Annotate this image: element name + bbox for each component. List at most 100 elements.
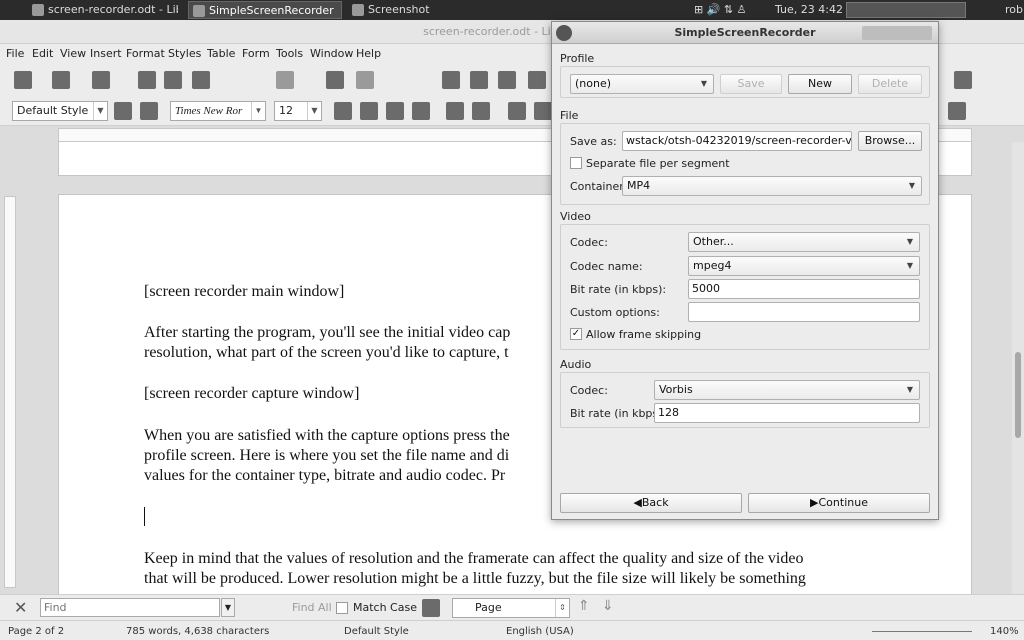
task-writer[interactable]: screen-recorder.odt - Libre... (28, 1, 178, 19)
container-combo[interactable]: MP4 ▼ (622, 176, 922, 196)
page-style[interactable]: Default Style (344, 626, 409, 637)
section-video: Video (560, 210, 591, 223)
chevron-down-icon[interactable]: ▼ (221, 598, 235, 617)
task-screenshot[interactable]: Screenshot (348, 1, 458, 19)
clone-formatting-icon[interactable] (326, 71, 344, 89)
clear-formatting-icon[interactable] (508, 102, 526, 120)
save-as-input[interactable]: wstack/otsh-04232019/screen-recorder-vid… (622, 131, 852, 151)
new-document-icon[interactable] (14, 71, 32, 89)
doc-paragraph: Keep in mind that the values of resoluti… (144, 550, 804, 567)
workspace-switcher[interactable] (846, 2, 966, 18)
next-icon[interactable]: ⇓ (602, 598, 614, 614)
spelling-icon[interactable] (470, 71, 488, 89)
codec-name-combo[interactable]: mpeg4 ▼ (688, 256, 920, 276)
menu-window[interactable]: Window (310, 47, 353, 60)
new-profile-button[interactable]: New (788, 74, 852, 94)
arrow-right-icon: ▶ (810, 496, 819, 509)
frame-skip-label: Allow frame skipping (586, 328, 702, 341)
menu-format[interactable]: Format (126, 47, 165, 60)
custom-options-input[interactable] (688, 302, 920, 322)
paragraph-style-combo[interactable]: Default Style ▼ (12, 101, 108, 121)
chevron-down-icon: ▼ (93, 102, 107, 120)
doc-paragraph: When you are satisfied with the capture … (144, 427, 510, 444)
highlight-icon[interactable] (534, 102, 552, 120)
zoom-level[interactable]: 140% (990, 626, 1019, 637)
font-name-combo[interactable]: Times New Ror ▼ (170, 101, 266, 121)
statusbar: Page 2 of 2 785 words, 4,638 characters … (0, 620, 1024, 640)
window-controls[interactable] (862, 26, 932, 40)
language[interactable]: English (USA) (506, 626, 574, 637)
menu-table[interactable]: Table (207, 47, 235, 60)
menu-styles[interactable]: Styles (168, 47, 201, 60)
match-case-checkbox[interactable] (336, 602, 348, 614)
menu-insert[interactable]: Insert (90, 47, 122, 60)
insert-line-icon[interactable] (954, 71, 972, 89)
menu-help[interactable]: Help (356, 47, 381, 60)
zoom-slider[interactable] (872, 631, 972, 632)
menu-file[interactable]: File (6, 47, 24, 60)
back-button[interactable]: ◀Back (560, 493, 742, 513)
section-file: File (560, 109, 579, 122)
find-replace-icon[interactable] (442, 71, 460, 89)
menu-edit[interactable]: Edit (32, 47, 53, 60)
custom-options-label: Custom options: (570, 306, 660, 319)
save-profile-button[interactable]: Save (720, 74, 782, 94)
menu-form[interactable]: Form (242, 47, 270, 60)
find-replace-icon[interactable] (422, 599, 440, 617)
user-name[interactable]: rob (1005, 3, 1023, 16)
navigate-by-combo[interactable]: Page ⇕ (452, 598, 570, 618)
delete-profile-button[interactable]: Delete (858, 74, 922, 94)
new-style-icon[interactable] (140, 102, 158, 120)
bold-icon[interactable] (334, 102, 352, 120)
doc-paragraph: After starting the program, you'll see t… (144, 324, 511, 341)
browse-button[interactable]: Browse... (858, 131, 922, 151)
insert-table-icon[interactable] (528, 71, 546, 89)
undo-icon[interactable] (356, 71, 374, 89)
audio-codec-combo[interactable]: Vorbis ▼ (654, 380, 920, 400)
find-all-button[interactable]: Find All (292, 601, 332, 614)
close-icon[interactable]: ✕ (14, 598, 27, 617)
arrow-left-icon: ◀ (633, 496, 642, 509)
open-icon[interactable] (52, 71, 70, 89)
scrollbar-thumb[interactable] (1015, 352, 1021, 438)
taskbar: screen-recorder.odt - Libre... SimpleScr… (0, 0, 1024, 20)
chevron-down-icon: ▼ (906, 261, 913, 270)
update-style-icon[interactable] (114, 102, 132, 120)
print-preview-icon[interactable] (192, 71, 210, 89)
save-icon[interactable] (92, 71, 110, 89)
separate-file-checkbox[interactable] (570, 157, 582, 169)
page-count[interactable]: Page 2 of 2 (8, 626, 64, 637)
task-ssr[interactable]: SimpleScreenRecorder (188, 1, 342, 19)
subscript-icon[interactable] (472, 102, 490, 120)
audio-bitrate-input[interactable]: 128 (654, 403, 920, 423)
clock[interactable]: Tue, 23 4:42 (775, 3, 843, 16)
word-count[interactable]: 785 words, 4,638 characters (126, 626, 269, 637)
menu-tools[interactable]: Tools (276, 47, 303, 60)
previous-icon[interactable]: ⇑ (578, 598, 590, 614)
menu-view[interactable]: View (60, 47, 86, 60)
dialog-titlebar[interactable]: SimpleScreenRecorder (552, 22, 938, 44)
italic-icon[interactable] (360, 102, 378, 120)
doc-paragraph: profile screen. Here is where you set th… (144, 447, 510, 464)
underline-icon[interactable] (386, 102, 404, 120)
strikethrough-icon[interactable] (412, 102, 430, 120)
continue-button[interactable]: ▶Continue (748, 493, 930, 513)
font-size-combo[interactable]: 12 ▼ (274, 101, 322, 121)
video-bitrate-input[interactable]: 5000 (688, 279, 920, 299)
separate-file-label: Separate file per segment (586, 157, 730, 170)
paste-icon[interactable] (276, 71, 294, 89)
profile-combo[interactable]: (none) ▼ (570, 74, 714, 94)
doc-paragraph: resolution, what part of the screen you'… (144, 344, 509, 361)
align-justify-icon[interactable] (948, 102, 966, 120)
print-icon[interactable] (164, 71, 182, 89)
tray-icons[interactable]: ⊞ 🔊 ⇅ ♙ (694, 3, 746, 16)
ssr-dialog: SimpleScreenRecorder Profile (none) ▼ Sav… (551, 21, 939, 520)
vertical-ruler[interactable] (4, 196, 16, 588)
find-input[interactable] (40, 598, 220, 617)
video-codec-combo[interactable]: Other... ▼ (688, 232, 920, 252)
formatting-marks-icon[interactable] (498, 71, 516, 89)
frame-skip-checkbox[interactable]: ✓ (570, 328, 582, 340)
export-pdf-icon[interactable] (138, 71, 156, 89)
text-cursor (144, 507, 145, 526)
superscript-icon[interactable] (446, 102, 464, 120)
